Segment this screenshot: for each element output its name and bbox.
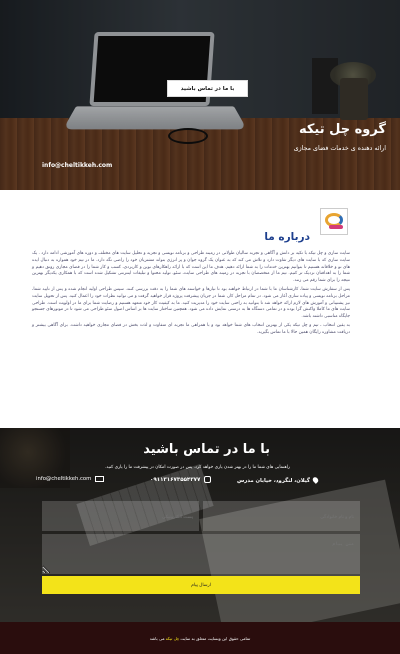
email-field[interactable] bbox=[42, 501, 199, 531]
about-body: سایت سازی و چل تیکه با تکیه بر دانش و آگ… bbox=[32, 251, 350, 339]
contact-section: با ما در تماس باشید راهنمایی های شما ما … bbox=[0, 428, 400, 622]
contact-address: گیلان، لنگرود، خیابان مدرس bbox=[236, 478, 310, 484]
phone-icon bbox=[204, 476, 212, 483]
footer: تمامی حقوق این وبسایت متعلق به سایت چل ت… bbox=[0, 622, 400, 654]
about-section: درباره ما سایت سازی و چل تیکه با تکیه بر… bbox=[0, 190, 400, 428]
contact-phone-number: ۰۹۱۱۳۱۶۷۳۵۵۴۳۷۷ bbox=[150, 476, 201, 483]
name-field[interactable] bbox=[203, 501, 360, 531]
message-field[interactable] bbox=[42, 534, 360, 574]
contact-description: راهنمایی های شما ما را در بهتر شدن یاری … bbox=[104, 465, 290, 470]
send-message-button[interactable]: ارسال پیام bbox=[42, 576, 360, 594]
contact-title: با ما در تماس باشید bbox=[143, 442, 270, 457]
contact-phone[interactable]: ۰۹۱۱۳۱۶۷۳۵۵۴۳۷۷ bbox=[150, 476, 212, 483]
contact-email[interactable]: info@cheltikkeh.com bbox=[36, 476, 105, 482]
hero-email-link[interactable]: info@cheltikkeh.com bbox=[42, 162, 112, 169]
about-paragraph: پس از سفارش سایت شما، کارشناسان ما با شم… bbox=[32, 286, 350, 320]
hero-subtitle: ارائه دهنده ی خدمات فضای مجازی bbox=[293, 145, 386, 152]
hero-contact-button[interactable]: با ما در تماس باشید bbox=[167, 80, 248, 97]
about-title: درباره ما bbox=[264, 231, 310, 243]
about-paragraph: سایت سازی و چل تیکه با تکیه بر دانش و آگ… bbox=[32, 251, 350, 284]
footer-brand-link[interactable]: چل تیکه bbox=[166, 636, 180, 641]
brand-logo-icon bbox=[320, 208, 348, 235]
footer-copyright-prefix: تمامی حقوق این وبسایت متعلق به سایت bbox=[180, 635, 251, 641]
hero-title: گروه چل تیکه bbox=[298, 122, 386, 137]
contact-email-address: info@cheltikkeh.com bbox=[36, 476, 92, 482]
about-paragraph: به یقین انتخاب ، تیم و چل تیکه یکی از به… bbox=[32, 322, 350, 335]
footer-copyright-suffix: می باشد bbox=[149, 635, 165, 641]
envelope-icon bbox=[95, 476, 105, 482]
hero-section: با ما در تماس باشید گروه چل تیکه ارائه د… bbox=[0, 0, 400, 190]
